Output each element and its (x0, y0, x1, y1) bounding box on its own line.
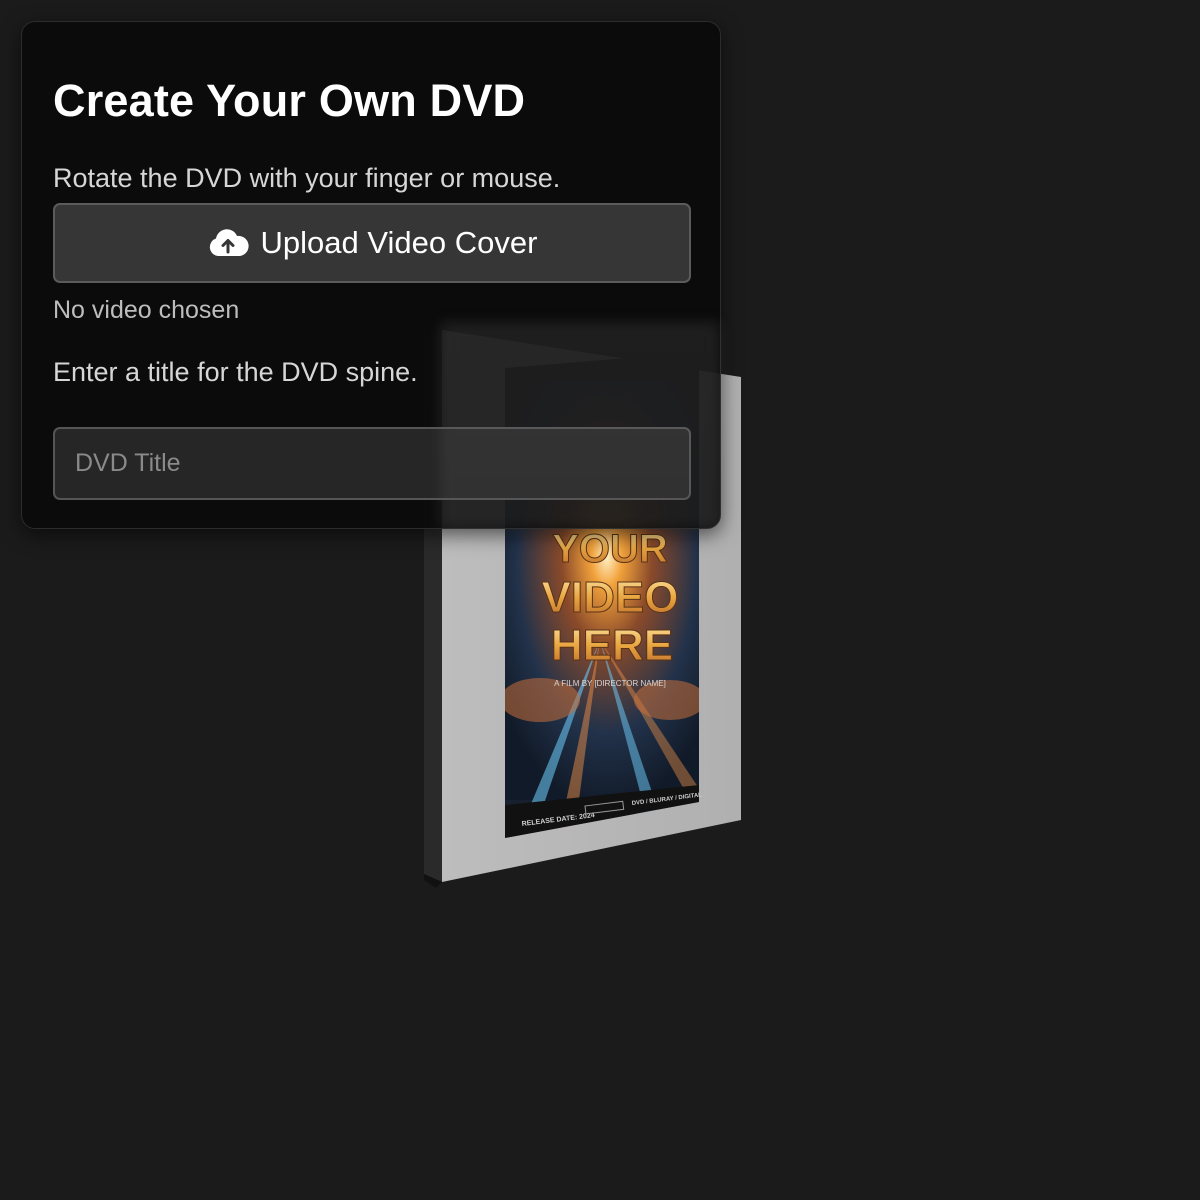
cover-headline-line-3: HERE (551, 621, 673, 670)
cover-headline-line-1: YOUR (552, 527, 668, 571)
dvd-creator-panel: Create Your Own DVD Rotate the DVD with … (21, 21, 721, 529)
cloud-upload-icon (207, 228, 249, 258)
app-stage: YOUR VIDEO HERE A FILM BY [DIRECTOR NAME… (0, 0, 1200, 1200)
file-status-text: No video chosen (53, 296, 240, 324)
upload-video-cover-button[interactable]: Upload Video Cover (53, 203, 691, 283)
page-title: Create Your Own DVD (53, 75, 526, 126)
spine-title-prompt: Enter a title for the DVD spine. (53, 357, 418, 387)
upload-button-label: Upload Video Cover (260, 225, 538, 260)
cover-headline-line-2: VIDEO (542, 573, 679, 622)
dvd-title-input[interactable] (53, 427, 691, 500)
rotate-instructions: Rotate the DVD with your finger or mouse… (53, 163, 561, 193)
cover-credit: A FILM BY [DIRECTOR NAME] (554, 679, 666, 688)
